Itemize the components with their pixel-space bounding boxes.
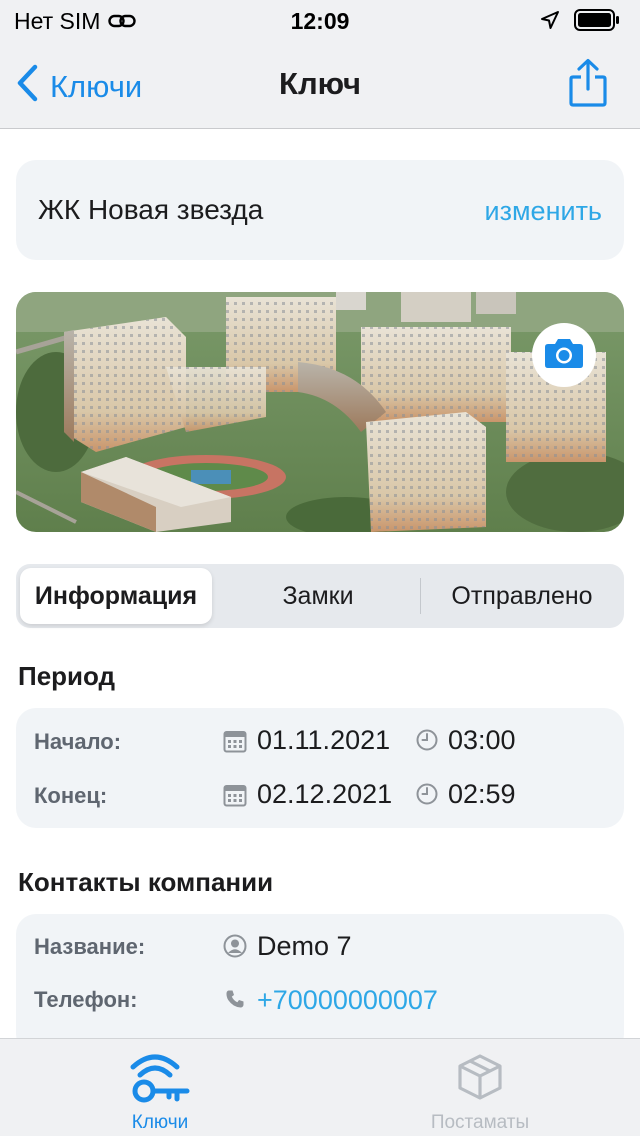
change-photo-button[interactable] [532, 323, 596, 387]
location-arrow-icon [540, 10, 560, 35]
phone-label: Телефон: [34, 987, 138, 1012]
start-label: Начало: [34, 729, 122, 754]
wifi-key-icon [125, 1049, 195, 1110]
back-button-label: Ключи [50, 69, 143, 104]
segment-info[interactable]: Информация [20, 568, 212, 624]
start-date[interactable]: 01.11.2021 [257, 725, 390, 756]
end-time[interactable]: 02:59 [448, 779, 516, 810]
end-label: Конец: [34, 783, 108, 808]
complex-name: ЖК Новая звезда [38, 194, 264, 225]
clock-icon [416, 729, 438, 751]
period-section-title: Период [18, 661, 116, 691]
complex-photo [16, 292, 624, 532]
company-name: Demo 7 [257, 931, 352, 961]
segment-locks[interactable]: Замки [220, 568, 416, 624]
status-bar: Нет SIM 12:09 [0, 0, 640, 40]
tab-keys[interactable]: Ключи [80, 1039, 240, 1136]
back-button[interactable]: Ключи [16, 64, 142, 110]
tab-bar: Ключи Постаматы [0, 1038, 640, 1136]
end-date[interactable]: 02.12.2021 [257, 779, 392, 810]
change-complex-link[interactable]: изменить [485, 196, 602, 227]
box-icon [457, 1053, 503, 1106]
phone-icon [225, 989, 245, 1009]
calendar-icon [223, 729, 247, 753]
camera-icon [544, 337, 584, 374]
tab-parcel-lockers-label: Постаматы [430, 1112, 530, 1133]
share-icon [568, 58, 608, 112]
tab-keys-label: Ключи [131, 1112, 189, 1133]
segmented-control: Информация Замки Отправлено [16, 564, 624, 628]
chevron-left-icon [16, 64, 38, 110]
company-name-label: Название: [34, 934, 146, 959]
start-time[interactable]: 03:00 [448, 725, 516, 756]
segment-sent[interactable]: Отправлено [424, 568, 620, 624]
calendar-icon [223, 783, 247, 807]
navigation-bar: Ключи Ключ [0, 40, 640, 129]
contacts-section-title: Контакты компании [18, 867, 274, 897]
phone-link[interactable]: +70000000007 [257, 985, 438, 1016]
clock-icon [416, 783, 438, 805]
tab-parcel-lockers[interactable]: Постаматы [400, 1039, 560, 1136]
share-button[interactable] [568, 58, 608, 113]
battery-icon [574, 9, 620, 36]
person-icon [223, 934, 247, 958]
complex-card: ЖК Новая звезда изменить [16, 160, 624, 260]
segment-divider [420, 578, 421, 614]
